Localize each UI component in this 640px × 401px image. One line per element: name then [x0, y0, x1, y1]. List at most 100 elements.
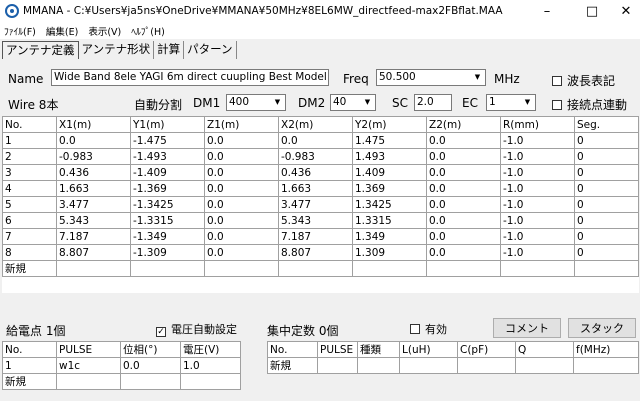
wire-cell[interactable]: -1.0	[500, 180, 575, 197]
dm2-combo[interactable]: 40 ▼	[330, 94, 376, 111]
wire-cell[interactable]: 0	[574, 180, 639, 197]
chevron-down-icon[interactable]: ▼	[470, 70, 485, 85]
feed-new-row[interactable]: 新規	[2, 373, 241, 390]
wire-cell[interactable]	[352, 260, 427, 277]
wire-cell[interactable]: 0.0	[204, 164, 279, 181]
wire-header-4[interactable]: X2(m)	[278, 116, 353, 133]
load-header-3[interactable]: L(uH)	[399, 341, 458, 358]
wire-row-number[interactable]: 3	[2, 164, 57, 181]
wire-row[interactable]: 2 -0.983 -1.493 0.0 -0.983 1.493 0.0 -1.0 0	[2, 148, 639, 165]
tab-antenna-shape[interactable]: アンテナ形状	[79, 41, 155, 59]
wire-cell[interactable]: -1.0	[500, 212, 575, 229]
wire-header-6[interactable]: Z2(m)	[426, 116, 501, 133]
feed-cell[interactable]: 1.0	[180, 357, 241, 374]
wire-cell[interactable]	[278, 260, 353, 277]
wire-cell[interactable]: -1.0	[500, 132, 575, 149]
wire-cell[interactable]: -1.3315	[130, 212, 205, 229]
load-cell[interactable]	[573, 357, 639, 374]
feed-cell[interactable]: w1c	[56, 357, 121, 374]
wire-cell[interactable]: 0.0	[278, 132, 353, 149]
wire-row[interactable]: 8 8.807 -1.309 0.0 8.807 1.309 0.0 -1.0 0	[2, 244, 639, 261]
wire-cell[interactable]: 0.0	[426, 180, 501, 197]
load-header-0[interactable]: No.	[267, 341, 318, 358]
feed-header-1[interactable]: PULSE	[56, 341, 121, 358]
wire-cell[interactable]: -0.983	[56, 148, 131, 165]
wire-row-number[interactable]: 6	[2, 212, 57, 229]
wire-cell[interactable]: -1.493	[130, 148, 205, 165]
wire-cell[interactable]: -1.0	[500, 164, 575, 181]
load-enabled-checkbox[interactable]: 有効	[410, 321, 447, 337]
wire-cell[interactable]	[130, 260, 205, 277]
wire-cell[interactable]	[426, 260, 501, 277]
wire-cell[interactable]: 0	[574, 228, 639, 245]
tab-antenna-definition[interactable]: アンテナ定義	[2, 41, 79, 59]
wire-cell[interactable]: 1.3425	[352, 196, 427, 213]
wire-cell[interactable]: 0	[574, 212, 639, 229]
wire-cell[interactable]: 0.0	[426, 212, 501, 229]
wire-cell[interactable]: 0.0	[426, 132, 501, 149]
wire-cell[interactable]: 1.409	[352, 164, 427, 181]
wire-cell[interactable]: 0.0	[204, 180, 279, 197]
wire-cell[interactable]: 0	[574, 244, 639, 261]
wire-cell[interactable]: -1.475	[130, 132, 205, 149]
wire-row[interactable]: 7 7.187 -1.349 0.0 7.187 1.349 0.0 -1.0 0	[2, 228, 639, 245]
wire-new-row[interactable]: 新規	[2, 260, 639, 277]
feed-header-3[interactable]: 電圧(V)	[180, 341, 241, 358]
chevron-down-icon[interactable]: ▼	[360, 95, 375, 110]
wire-cell[interactable]: 0.436	[56, 164, 131, 181]
load-header-1[interactable]: PULSE	[317, 341, 358, 358]
wire-cell[interactable]: 0.0	[204, 196, 279, 213]
wire-cell[interactable]: 0.0	[56, 132, 131, 149]
ec-combo[interactable]: 1 ▼	[486, 94, 536, 111]
feed-cell[interactable]	[120, 373, 181, 390]
wire-cell[interactable]: -1.0	[500, 228, 575, 245]
wire-cell[interactable]: 3.477	[278, 196, 353, 213]
checkbox-icon[interactable]	[552, 76, 562, 86]
checkbox-icon[interactable]	[410, 324, 420, 334]
wire-cell[interactable]: 8.807	[278, 244, 353, 261]
feed-new-row-label[interactable]: 新規	[2, 373, 57, 390]
feed-row-number[interactable]: 1	[2, 357, 57, 374]
wire-cell[interactable]: -1.0	[500, 148, 575, 165]
wire-cell[interactable]: -1.349	[130, 228, 205, 245]
maximize-button[interactable]: □	[571, 0, 613, 22]
wire-header-8[interactable]: Seg.	[574, 116, 639, 133]
close-button[interactable]: ✕	[612, 0, 640, 22]
checkbox-icon[interactable]	[552, 100, 562, 110]
tab-pattern[interactable]: パターン	[184, 41, 237, 59]
wire-row-number[interactable]: 7	[2, 228, 57, 245]
load-header-2[interactable]: 種類	[357, 341, 400, 358]
wire-header-2[interactable]: Y1(m)	[130, 116, 205, 133]
freq-combo[interactable]: 50.500 ▼	[376, 69, 486, 86]
wire-header-7[interactable]: R(mm)	[500, 116, 575, 133]
wire-cell[interactable]: 1.349	[352, 228, 427, 245]
chevron-down-icon[interactable]: ▼	[520, 95, 535, 110]
feed-cell[interactable]	[56, 373, 121, 390]
menu-file[interactable]: ﾌｧｲﾙ(F)	[0, 24, 41, 38]
wire-cell[interactable]: 0.0	[426, 244, 501, 261]
feed-row[interactable]: 1 w1c 0.0 1.0	[2, 357, 241, 374]
connect-checkbox[interactable]: 接続点連動	[552, 96, 627, 113]
wire-cell[interactable]: 1.369	[352, 180, 427, 197]
wire-cell[interactable]	[574, 260, 639, 277]
wire-row-number[interactable]: 1	[2, 132, 57, 149]
wire-header-5[interactable]: Y2(m)	[352, 116, 427, 133]
wire-cell[interactable]	[204, 260, 279, 277]
wire-cell[interactable]: 1.663	[56, 180, 131, 197]
wire-cell[interactable]: 7.187	[56, 228, 131, 245]
load-new-row[interactable]: 新規	[267, 357, 639, 374]
load-header-4[interactable]: C(pF)	[457, 341, 516, 358]
wire-cell[interactable]: 1.3315	[352, 212, 427, 229]
load-cell[interactable]	[457, 357, 516, 374]
load-header-6[interactable]: f(MHz)	[573, 341, 639, 358]
minimize-button[interactable]: –	[526, 0, 568, 22]
wire-row-number[interactable]: 4	[2, 180, 57, 197]
wire-cell[interactable]: 5.343	[278, 212, 353, 229]
wire-cell[interactable]: -1.3425	[130, 196, 205, 213]
wire-cell[interactable]: 0.0	[426, 148, 501, 165]
load-cell[interactable]	[317, 357, 358, 374]
wire-cell[interactable]: 0.0	[426, 164, 501, 181]
chevron-down-icon[interactable]: ▼	[270, 95, 285, 110]
wire-cell[interactable]: 0	[574, 196, 639, 213]
name-input[interactable]: Wide Band 8ele YAGI 6m direct cuupling B…	[51, 69, 329, 86]
